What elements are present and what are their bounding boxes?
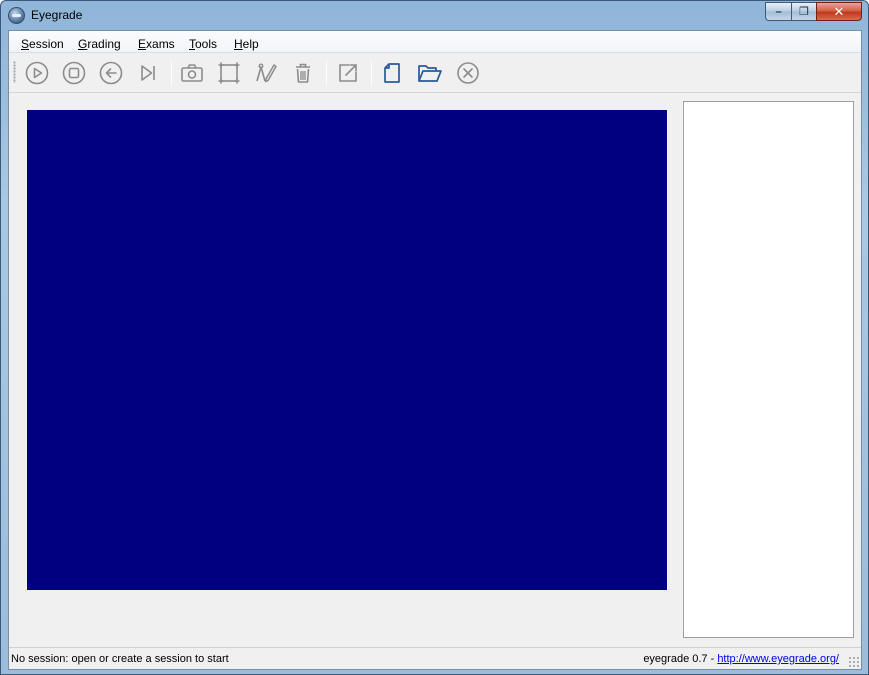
new-session-icon (384, 63, 400, 83)
toolbar (9, 53, 861, 93)
back-button[interactable] (98, 60, 124, 86)
close-session-icon (457, 62, 479, 84)
maximize-button[interactable]: ❐ (791, 2, 816, 21)
open-session-button[interactable] (417, 60, 443, 86)
eyegrade-app-icon (8, 7, 25, 24)
app-window: Eyegrade – ❐ ✕ Session Grading Exams Too… (0, 0, 869, 675)
snapshot-button[interactable] (179, 60, 205, 86)
status-message: No session: open or create a session to … (11, 653, 229, 665)
close-session-button[interactable] (455, 60, 481, 86)
toolbar-separator (371, 61, 372, 85)
export-icon (339, 64, 357, 82)
open-session-icon (418, 65, 442, 82)
stop-icon (62, 61, 86, 85)
window-title: Eyegrade (31, 8, 83, 22)
menu-tools[interactable]: Tools (189, 37, 217, 51)
back-icon (99, 61, 123, 85)
minimize-button[interactable]: – (765, 2, 791, 21)
resize-grip[interactable] (848, 656, 860, 668)
discard-capture-button[interactable] (290, 60, 316, 86)
toolbar-separator (171, 61, 172, 85)
start-grading-button[interactable] (24, 60, 50, 86)
menu-session[interactable]: Session (21, 37, 64, 51)
close-window-button[interactable]: ✕ (816, 2, 862, 21)
menu-exams[interactable]: Exams (138, 37, 175, 51)
select-region-icon (218, 62, 240, 84)
manual-detect-icon (256, 63, 277, 83)
version-text: eyegrade 0.7 - (643, 653, 718, 665)
website-link[interactable]: http://www.eyegrade.org/ (717, 653, 839, 665)
camera-view (27, 110, 667, 590)
toolbar-separator (326, 61, 327, 85)
window-controls: – ❐ ✕ (765, 2, 862, 21)
play-icon (25, 61, 49, 85)
toolbar-grip[interactable] (13, 61, 16, 83)
stop-grading-button[interactable] (61, 60, 87, 86)
select-region-button[interactable] (216, 60, 242, 86)
discard-icon (296, 63, 310, 83)
status-bar: No session: open or create a session to … (9, 647, 861, 669)
menu-help[interactable]: Help (234, 37, 259, 51)
export-grades-button[interactable] (335, 60, 361, 86)
manual-detection-button[interactable] (253, 60, 279, 86)
version-info: eyegrade 0.7 - http://www.eyegrade.org/ (643, 653, 839, 665)
menu-grading[interactable]: Grading (78, 37, 121, 51)
camera-icon (181, 64, 203, 82)
next-exam-button[interactable] (135, 60, 161, 86)
skip-next-icon (141, 65, 155, 81)
menu-bar: Session Grading Exams Tools Help (9, 31, 861, 53)
exam-list-panel[interactable] (683, 101, 854, 638)
new-session-button[interactable] (379, 60, 405, 86)
title-bar[interactable]: Eyegrade – ❐ ✕ (1, 1, 868, 30)
client-area: Session Grading Exams Tools Help No sess… (8, 30, 862, 670)
